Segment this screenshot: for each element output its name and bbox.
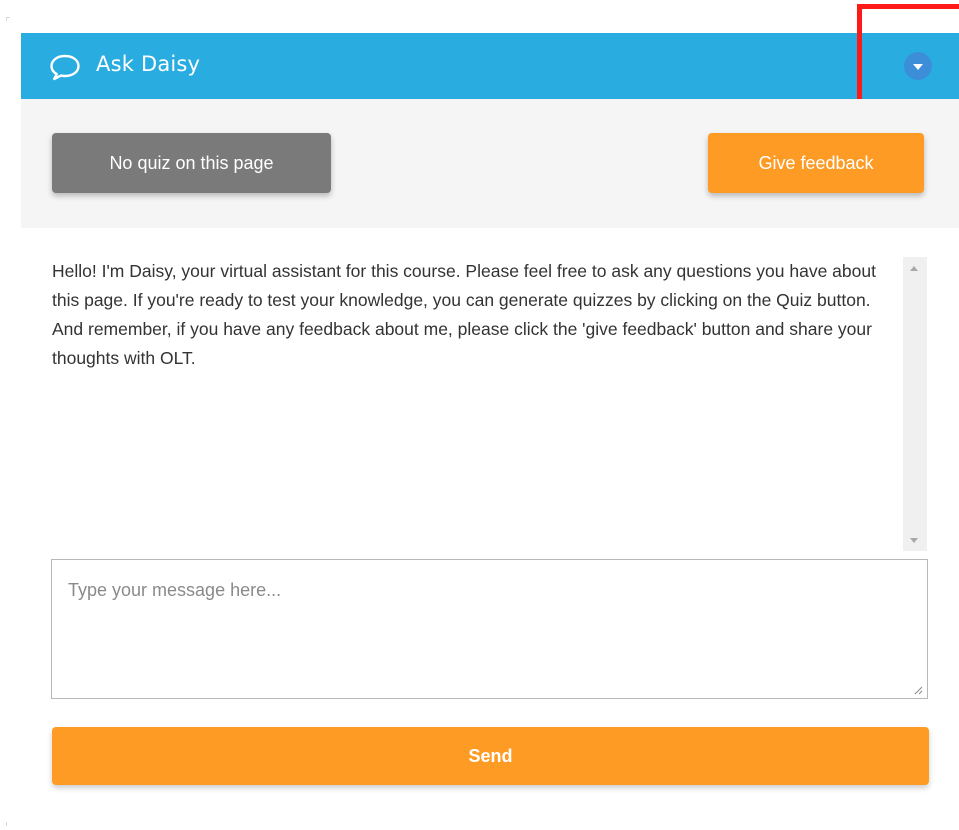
resize-grip-icon[interactable] [913, 685, 923, 695]
scroll-down-icon[interactable] [910, 538, 918, 543]
send-button[interactable]: Send [52, 727, 929, 785]
corner-mark [6, 17, 10, 21]
give-feedback-button[interactable]: Give feedback [708, 133, 924, 193]
collapse-button[interactable] [904, 52, 932, 80]
toolbar: No quiz on this page Give feedback [21, 99, 959, 228]
header-title: Ask Daisy [96, 52, 201, 76]
corner-mark [6, 822, 10, 826]
chat-message: Hello! I'm Daisy, your virtual assistant… [52, 261, 876, 368]
chat-header: Ask Daisy [21, 33, 959, 99]
scroll-up-icon[interactable] [910, 266, 918, 271]
chevron-down-icon [913, 64, 923, 70]
message-input[interactable] [51, 559, 928, 699]
chat-bubble-icon [50, 54, 80, 81]
quiz-button[interactable]: No quiz on this page [52, 133, 331, 193]
chat-scrollbar[interactable] [903, 257, 927, 551]
